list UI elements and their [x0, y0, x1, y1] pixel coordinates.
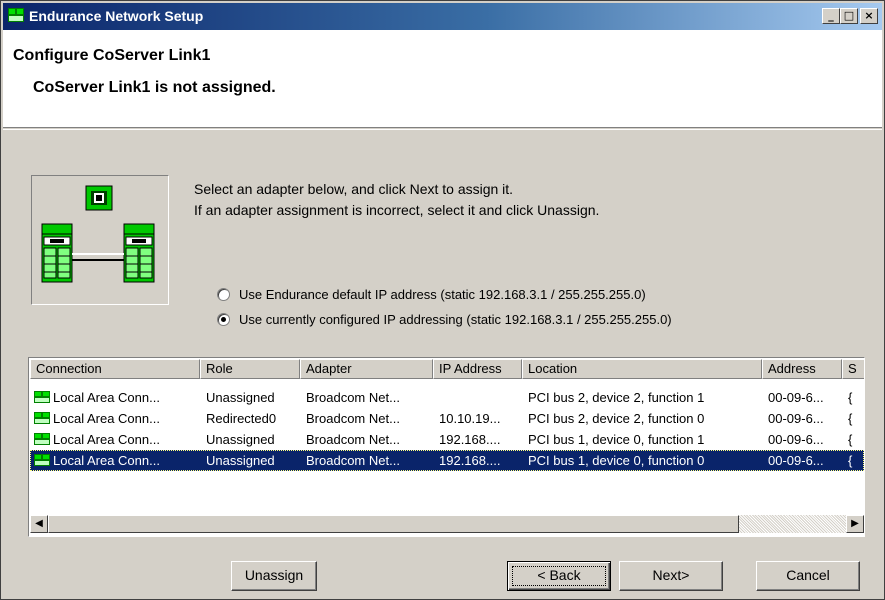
scroll-left-button[interactable]: ◀ — [30, 515, 48, 533]
cell-s: { — [848, 432, 853, 447]
cell-address: 00-09-6... — [768, 453, 824, 468]
table-row[interactable]: Local Area Conn... Unassigned Broadcom N… — [30, 387, 864, 408]
cell-address: 00-09-6... — [768, 411, 824, 426]
adapter-list[interactable]: Connection Role Adapter IP Address Locat… — [28, 357, 865, 537]
page-title: Configure CoServer Link1 — [13, 47, 211, 64]
cell-s: { — [848, 453, 853, 468]
radio-circle[interactable] — [217, 313, 230, 326]
cell-s: { — [848, 411, 853, 426]
cell-role: Unassigned — [206, 390, 275, 405]
cell-role: Unassigned — [206, 453, 275, 468]
close-icon: × — [864, 9, 874, 22]
cell-ip-address: 192.168.... — [439, 432, 501, 447]
column-header-s[interactable]: S — [842, 359, 864, 379]
minimize-icon: _ — [828, 9, 834, 22]
network-setup-icon — [8, 8, 24, 22]
header-divider — [3, 129, 882, 130]
network-adapter-icon — [34, 412, 50, 424]
title-bar[interactable]: Endurance Network Setup _ □ × — [3, 3, 882, 30]
instruction-line-1: Select an adapter below, and click Next … — [194, 181, 514, 197]
network-adapter-icon — [34, 391, 50, 403]
cell-address: 00-09-6... — [768, 390, 824, 405]
cell-ip-address: 192.168.... — [439, 453, 501, 468]
column-header-adapter[interactable]: Adapter — [300, 359, 433, 379]
column-header-role[interactable]: Role — [200, 359, 300, 379]
radio-selected-dot — [221, 317, 226, 322]
cell-address: 00-09-6... — [768, 432, 824, 447]
radio-label: Use Endurance default IP address (static… — [239, 287, 646, 302]
maximize-icon: □ — [843, 9, 855, 22]
scroll-right-button[interactable]: ▶ — [846, 515, 864, 533]
table-row[interactable]: Local Area Conn... Redirected0 Broadcom … — [30, 408, 864, 429]
cell-adapter: Broadcom Net... — [306, 390, 400, 405]
back-button[interactable]: < Back — [507, 561, 611, 591]
column-header-location[interactable]: Location — [522, 359, 762, 379]
unassign-button-label: Unassign — [244, 567, 304, 583]
cell-connection: Local Area Conn... — [53, 432, 160, 447]
maximize-button[interactable]: □ — [840, 8, 858, 24]
cancel-button[interactable]: Cancel — [756, 561, 860, 591]
cell-location: PCI bus 1, device 0, function 0 — [528, 453, 705, 468]
cell-adapter: Broadcom Net... — [306, 432, 400, 447]
cell-connection: Local Area Conn... — [53, 411, 160, 426]
back-button-label: < Back — [537, 567, 581, 583]
wizard-header: Configure CoServer Link1 CoServer Link1 … — [3, 30, 882, 128]
column-header-connection[interactable]: Connection — [30, 359, 200, 379]
cell-location: PCI bus 2, device 2, function 0 — [528, 411, 705, 426]
column-header-address[interactable]: Address — [762, 359, 842, 379]
network-adapter-icon — [34, 433, 50, 445]
network-graphic — [31, 175, 169, 305]
arrow-right-icon: ▶ — [851, 518, 859, 529]
cell-role: Unassigned — [206, 432, 275, 447]
window-title: Endurance Network Setup — [29, 8, 204, 24]
column-header-ip-address[interactable]: IP Address — [433, 359, 522, 379]
minimize-button[interactable]: _ — [822, 8, 840, 24]
horizontal-scrollbar[interactable]: ◀ ▶ — [30, 515, 864, 533]
close-button[interactable]: × — [860, 8, 878, 24]
cell-location: PCI bus 2, device 2, function 1 — [528, 390, 705, 405]
cell-adapter: Broadcom Net... — [306, 453, 400, 468]
cell-location: PCI bus 1, device 0, function 1 — [528, 432, 705, 447]
cell-s: { — [848, 390, 853, 405]
network-adapter-icon — [34, 454, 50, 466]
radio-circle[interactable] — [217, 288, 230, 301]
dialog-window: Endurance Network Setup _ □ × Configure … — [0, 0, 885, 600]
table-row-selected[interactable]: Local Area Conn... Unassigned Broadcom N… — [30, 450, 864, 471]
cell-role: Redirected0 — [206, 411, 277, 426]
cell-ip-address: 10.10.19... — [439, 411, 501, 426]
cell-adapter: Broadcom Net... — [306, 411, 400, 426]
instruction-line-2: If an adapter assignment is incorrect, s… — [194, 202, 600, 218]
cell-connection: Local Area Conn... — [53, 453, 160, 468]
network-servers-icon — [41, 185, 155, 283]
scrollbar-thumb[interactable] — [48, 515, 739, 533]
next-button[interactable]: Next> — [619, 561, 723, 591]
table-row[interactable]: Local Area Conn... Unassigned Broadcom N… — [30, 429, 864, 450]
list-header: Connection Role Adapter IP Address Locat… — [30, 359, 864, 379]
arrow-left-icon: ◀ — [35, 518, 43, 529]
page-subtitle: CoServer Link1 is not assigned. — [33, 79, 276, 96]
cancel-button-label: Cancel — [786, 567, 830, 583]
next-button-label: Next> — [652, 567, 690, 583]
cell-connection: Local Area Conn... — [53, 390, 160, 405]
unassign-button[interactable]: Unassign — [231, 561, 317, 591]
radio-label: Use currently configured IP addressing (… — [239, 312, 672, 327]
